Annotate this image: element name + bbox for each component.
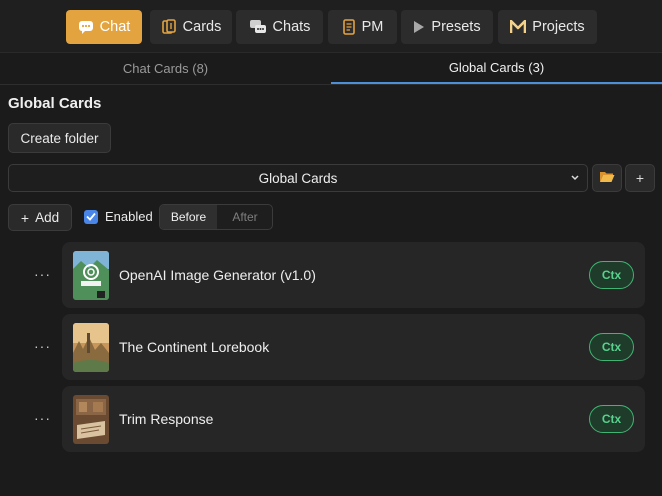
- section-title: Global Cards: [8, 95, 102, 112]
- play-icon: [413, 20, 425, 34]
- card-item[interactable]: OpenAI Image Generator (v1.0) Ctx: [62, 242, 645, 308]
- card-menu-button[interactable]: ···: [34, 410, 51, 426]
- card-menu-button[interactable]: ···: [34, 338, 51, 354]
- tab-chat-cards[interactable]: Chat Cards (8): [0, 53, 331, 84]
- after-option[interactable]: After: [217, 205, 272, 229]
- plus-icon: +: [20, 209, 30, 226]
- card-name: OpenAI Image Generator (v1.0): [119, 267, 316, 283]
- card-thumbnail: [73, 395, 109, 444]
- card-item[interactable]: Trim Response Ctx: [62, 386, 645, 452]
- m-logo-icon: [510, 20, 527, 34]
- card-thumbnail: [73, 323, 109, 372]
- folder-select[interactable]: Global Cards: [8, 164, 588, 192]
- top-nav: Chat Cards Chats PM Presets Projects: [0, 0, 662, 52]
- card-item[interactable]: The Continent Lorebook Ctx: [62, 314, 645, 380]
- chevron-down-icon: [570, 171, 580, 188]
- card-name: Trim Response: [119, 411, 214, 427]
- cards-icon: [161, 19, 177, 35]
- create-folder-button[interactable]: Create folder: [8, 123, 111, 153]
- position-toggle: Before After: [159, 204, 273, 230]
- tab-global-cards[interactable]: Global Cards (3): [331, 53, 662, 84]
- ctx-badge-button[interactable]: Ctx: [589, 261, 634, 289]
- nav-label: Presets: [431, 19, 481, 35]
- folder-open-icon: [599, 170, 615, 186]
- add-card-button[interactable]: + Add: [8, 204, 72, 231]
- nav-label: Projects: [532, 19, 585, 35]
- nav-label: Chat: [99, 19, 131, 35]
- enabled-checkbox[interactable]: [84, 209, 98, 224]
- nav-presets-button[interactable]: Presets: [401, 10, 493, 44]
- nav-label: PM: [361, 19, 384, 35]
- ctx-badge-button[interactable]: Ctx: [589, 405, 634, 433]
- scroll-icon: [342, 19, 356, 35]
- card-menu-button[interactable]: ···: [34, 266, 51, 282]
- tabs-divider: [0, 84, 662, 85]
- nav-label: Cards: [182, 19, 222, 35]
- card-thumbnail: [73, 251, 109, 300]
- folder-select-value: Global Cards: [258, 170, 338, 186]
- card-name: The Continent Lorebook: [119, 339, 270, 355]
- enabled-label: Enabled: [105, 209, 153, 224]
- chat-bubble-icon: [78, 20, 94, 34]
- plus-icon: +: [635, 170, 645, 186]
- before-option[interactable]: Before: [160, 205, 217, 229]
- enabled-toggle[interactable]: Enabled: [84, 209, 153, 224]
- nav-label: Chats: [272, 19, 311, 35]
- nav-chats-button[interactable]: Chats: [236, 10, 323, 44]
- add-label: Add: [35, 210, 60, 225]
- nav-cards-button[interactable]: Cards: [150, 10, 232, 44]
- nav-projects-button[interactable]: Projects: [498, 10, 597, 44]
- card-tabs: Chat Cards (8) Global Cards (3): [0, 52, 662, 85]
- open-folder-button[interactable]: [592, 164, 622, 192]
- nav-chat-button[interactable]: Chat: [66, 10, 142, 44]
- nav-pm-button[interactable]: PM: [328, 10, 397, 44]
- chats-icon: [249, 19, 267, 35]
- add-folder-button[interactable]: +: [625, 164, 655, 192]
- ctx-badge-button[interactable]: Ctx: [589, 333, 634, 361]
